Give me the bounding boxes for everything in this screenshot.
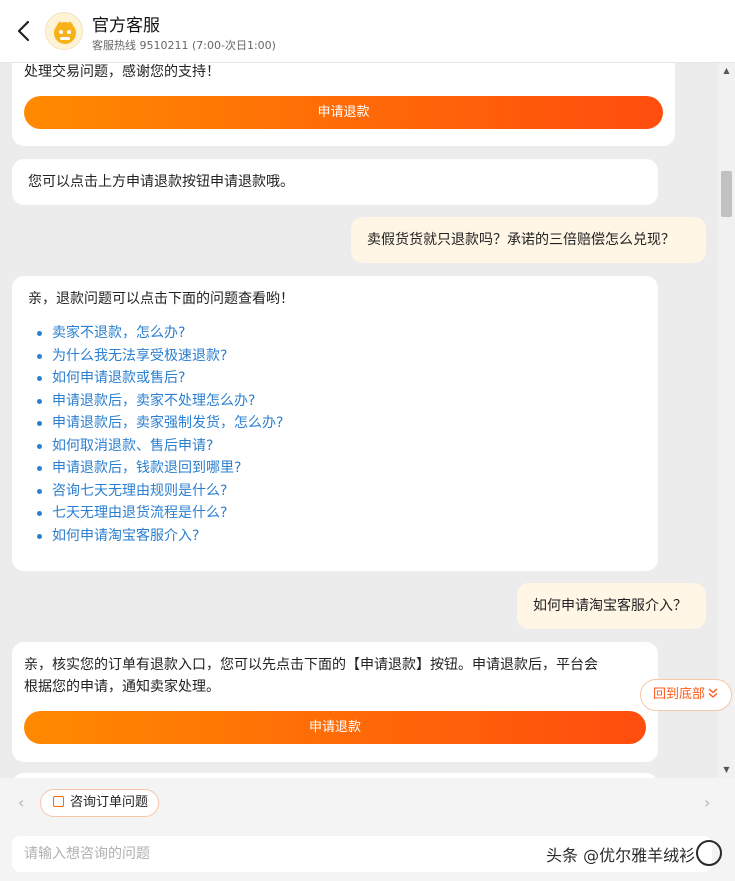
faq-item[interactable]: 申请退款后，钱款退回到哪里?	[32, 457, 283, 480]
faq-item[interactable]: 七天无理由退货流程是什么?	[32, 502, 283, 525]
faq-item[interactable]: 咨询七天无理由规则是什么?	[32, 480, 283, 503]
message-text-line: 根据您的申请，通知卖家处理。	[24, 679, 220, 695]
apply-refund-button[interactable]: 申请退款	[24, 96, 663, 129]
back-to-bottom-label: 回到底部	[653, 687, 706, 702]
user-message-bubble: 如何申请淘宝客服介入？	[517, 583, 706, 629]
chevron-left-icon[interactable]: ‹	[18, 793, 24, 812]
message-text: 您可以点击上方申请退款按钮申请退款哦。	[28, 174, 294, 190]
message-text: 亲，退款问题可以点击下面的问题查看哟！	[28, 291, 294, 307]
chat-message-list: 处理交易问题，感谢您的支持！ 申请退款 您可以点击上方申请退款按钮申请退款哦。 …	[0, 63, 735, 778]
page-title: 官方客服	[92, 16, 160, 36]
faq-item[interactable]: 为什么我无法享受极速退款?	[32, 345, 283, 368]
bot-message-card: 您可以点击上方申请退款按钮申请退款哦。	[12, 159, 658, 205]
faq-item[interactable]: 卖家不退款，怎么办?	[32, 322, 283, 345]
back-arrow-icon[interactable]	[14, 18, 34, 44]
faq-item[interactable]: 如何取消退款、售后申请?	[32, 435, 283, 458]
faq-item[interactable]: 申请退款后，卖家不处理怎么办?	[32, 390, 283, 413]
faq-item[interactable]: 申请退款后，卖家强制发货，怎么办?	[32, 412, 283, 435]
watermark-logo-icon	[696, 840, 722, 866]
chat-header: 官方客服 客服热线 9510211 (7:00-次日1:00)	[0, 0, 735, 63]
message-text-line: 亲，核实您的订单有退款入口，您可以先点击下面的【申请退款】按钮。申请退款后，平台…	[24, 657, 598, 673]
message-text: 处理交易问题，感谢您的支持！	[24, 64, 220, 80]
bot-message-card: 亲，核实您的订单有退款入口，您可以先点击下面的【申请退款】按钮。申请退款后，平台…	[12, 642, 658, 762]
scroll-up-icon[interactable]: ▲	[718, 63, 735, 79]
faq-list: 卖家不退款，怎么办? 为什么我无法享受极速退款? 如何申请退款或售后? 申请退款…	[32, 322, 283, 547]
shopping-bag-icon	[53, 796, 64, 807]
quick-question-chip[interactable]: 咨询订单问题	[40, 789, 160, 817]
bot-faq-card: 亲，退款问题可以点击下面的问题查看哟！ 卖家不退款，怎么办? 为什么我无法享受极…	[12, 276, 658, 571]
apply-refund-button[interactable]: 申请退款	[24, 711, 646, 744]
chat-footer: ‹ 咨询订单问题 › 头条 @优尔雅羊绒衫	[0, 778, 735, 881]
faq-item[interactable]: 如何申请退款或售后?	[32, 367, 283, 390]
watermark-text: 头条 @优尔雅羊绒衫	[546, 846, 696, 865]
double-chevron-down-icon	[708, 688, 718, 698]
bot-avatar-icon	[45, 12, 83, 50]
chevron-right-icon[interactable]: ›	[704, 793, 710, 812]
chip-label: 咨询订单问题	[70, 795, 149, 810]
user-message-bubble: 卖假货货就只退款吗？承诺的三倍赔偿怎么兑现？	[351, 217, 706, 263]
hotline-text: 客服热线 9510211 (7:00-次日1:00)	[92, 39, 276, 52]
bot-message-card: 处理交易问题，感谢您的支持！ 申请退款	[12, 63, 675, 146]
scroll-down-icon[interactable]: ▼	[718, 762, 735, 778]
back-to-bottom-button[interactable]: 回到底部	[640, 679, 732, 711]
scroll-thumb[interactable]	[721, 171, 732, 217]
chat-scrollbar[interactable]: ▲ ▼	[718, 63, 735, 778]
faq-item[interactable]: 如何申请淘宝客服介入?	[32, 525, 283, 548]
